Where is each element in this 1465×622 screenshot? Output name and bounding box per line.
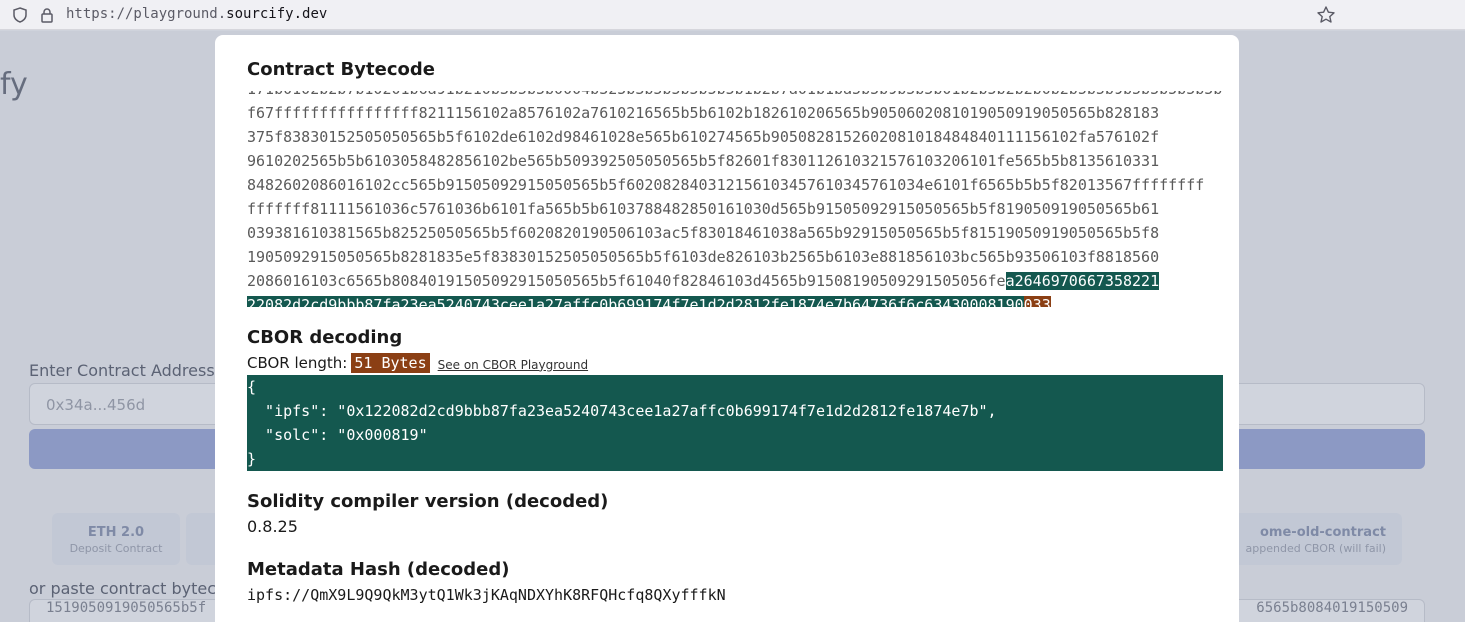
- bytecode-line: 375f83830152505050565b5f6102de6102d98461…: [247, 128, 1160, 146]
- contract-address-label: Enter Contract Address o: [29, 361, 230, 380]
- bytecode-title: Contract Bytecode: [247, 59, 435, 80]
- bytecode-plain: 2086016103c6565b808401915050929150505​65…: [247, 272, 1006, 290]
- url-text[interactable]: https://playground.sourcify.dev: [66, 6, 327, 22]
- bytecode-line: 2086016103c6565b808401915050929150505​65…: [247, 269, 1223, 293]
- bytecode-modal: Contract Bytecode 171b0102b2b7b10201b6a9…: [215, 35, 1239, 622]
- card-title: ETH 2.0: [87, 525, 145, 540]
- cbor-json-line: }: [247, 450, 257, 468]
- cbor-length-value: 51 Bytes: [351, 353, 430, 373]
- cbor-length-highlight: 033: [1023, 296, 1051, 307]
- cbor-json-block: { "ipfs": "0x122082d2cd9bbb87fa23ea52407…: [247, 375, 1223, 471]
- bytecode-line: 9610202565b5b6103058482856102be565b50939…: [247, 152, 1160, 170]
- cbor-json-line: {: [247, 378, 257, 396]
- compiler-version-title: Solidity compiler version (decoded): [247, 491, 609, 512]
- url-prefix: https://playground.: [66, 6, 227, 22]
- url-domain: sourcify.dev: [226, 6, 328, 22]
- cbor-json-line: "ipfs": "0x122082d2cd9bbb87fa23ea5240743…: [247, 402, 997, 420]
- bytecode-line: 8482602086016102cc565b91505092915050565b…: [247, 176, 1205, 194]
- paste-bytecode-label: or paste contract bytecod: [29, 579, 236, 598]
- browser-url-bar: https://playground.sourcify.dev: [0, 0, 1465, 30]
- lock-icon[interactable]: [40, 7, 54, 23]
- metadata-hash-title: Metadata Hash (decoded): [247, 559, 510, 580]
- bytecode-viewer[interactable]: 171b0102b2b7b10201b6a91b210b3b5b5b0004b3…: [247, 91, 1223, 307]
- cbor-length-row: CBOR length: 51 Bytes See on CBOR Playgr…: [247, 351, 588, 375]
- bytecode-line: 171b0102b2b7b10201b6a91b210b3b5b5b0004b3…: [247, 91, 1223, 101]
- cbor-json-line: "solc": "0x000819": [247, 426, 428, 444]
- app-logo-fragment: fy: [0, 67, 28, 102]
- cbor-highlight: 22082d2cd9bbb87fa23ea5240743cee1a27affc0…: [247, 296, 1024, 307]
- compiler-version-value: 0.8.25: [247, 517, 298, 536]
- paste-value-right: 6565b8084019150509: [1256, 600, 1408, 616]
- cbor-length-label: CBOR length:: [247, 354, 348, 372]
- contract-address-placeholder: 0x34a...456d: [46, 396, 146, 414]
- cbor-playground-link[interactable]: See on CBOR Playground: [438, 358, 588, 372]
- paste-value-left: 1519050919050565b5f: [46, 600, 207, 616]
- bytecode-line: 039381610381565b82525050565b5f6020820190…: [247, 224, 1160, 242]
- card-subtitle: Deposit Contract: [69, 542, 163, 555]
- shield-icon[interactable]: [12, 7, 28, 23]
- bytecode-line: 1905092915050565b8281835e5f8383015250505…: [247, 248, 1160, 266]
- example-card-eth2[interactable]: ETH 2.0 Deposit Contract: [52, 513, 180, 565]
- bytecode-line: fffffff81111561036c5761036b6101fa565b5b6…: [247, 200, 1160, 218]
- bytecode-line: f67ffffffffffffffff8211156102a8576102a76…: [247, 104, 1160, 122]
- bookmark-star-icon[interactable]: [1316, 5, 1336, 25]
- cbor-highlight: a2646970667358221: [1005, 272, 1160, 290]
- metadata-hash-value: ipfs://QmX9L9Q9QkM3ytQ1Wk3jKAqNDXYhK8RFQ…: [247, 586, 726, 604]
- cbor-title: CBOR decoding: [247, 327, 403, 348]
- bytecode-line: 22082d2cd9bbb87fa23ea5240743cee1a27affc0…: [247, 293, 1223, 307]
